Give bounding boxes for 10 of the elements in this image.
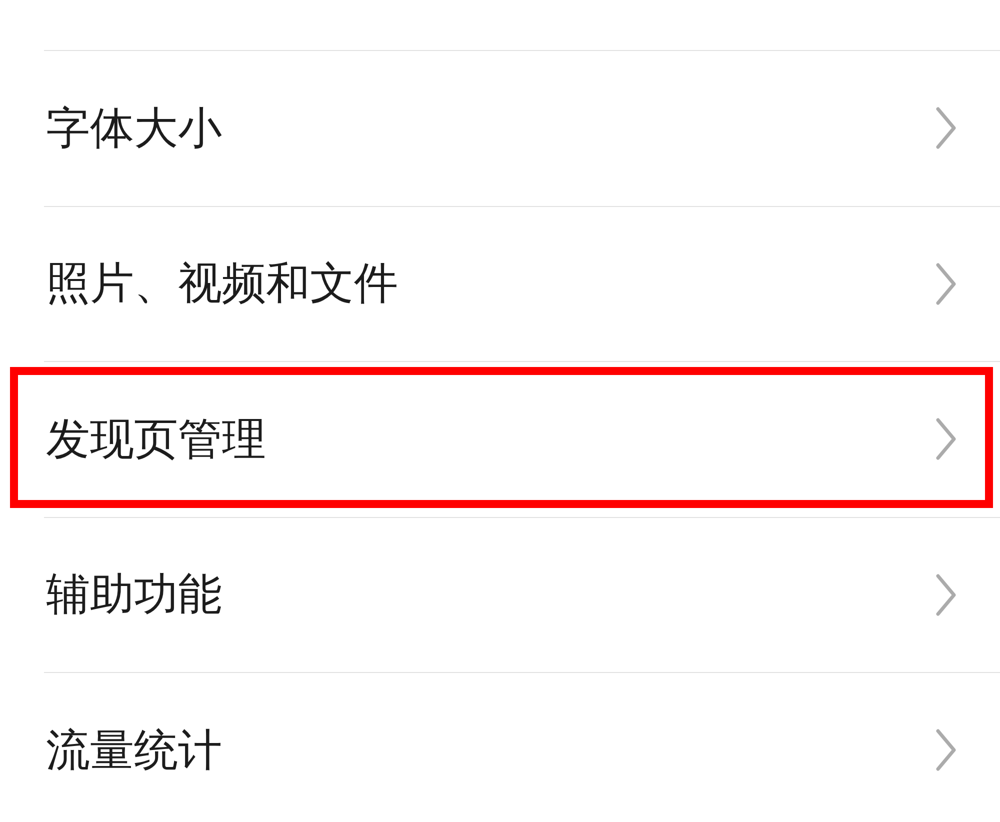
chevron-right-icon — [935, 728, 957, 772]
chevron-right-icon — [935, 106, 957, 150]
settings-item[interactable]: 字体大小 — [44, 50, 1000, 206]
chevron-right-icon — [935, 417, 957, 462]
settings-item[interactable]: 发现页管理 — [44, 361, 1000, 516]
chevron-right-icon — [935, 262, 957, 306]
settings-item[interactable]: 照片、视频和文件 — [44, 206, 1000, 361]
settings-item[interactable]: 辅助功能 — [44, 516, 1000, 672]
settings-item[interactable]: 流量统计 — [44, 672, 1000, 822]
chevron-right-icon — [935, 572, 957, 617]
